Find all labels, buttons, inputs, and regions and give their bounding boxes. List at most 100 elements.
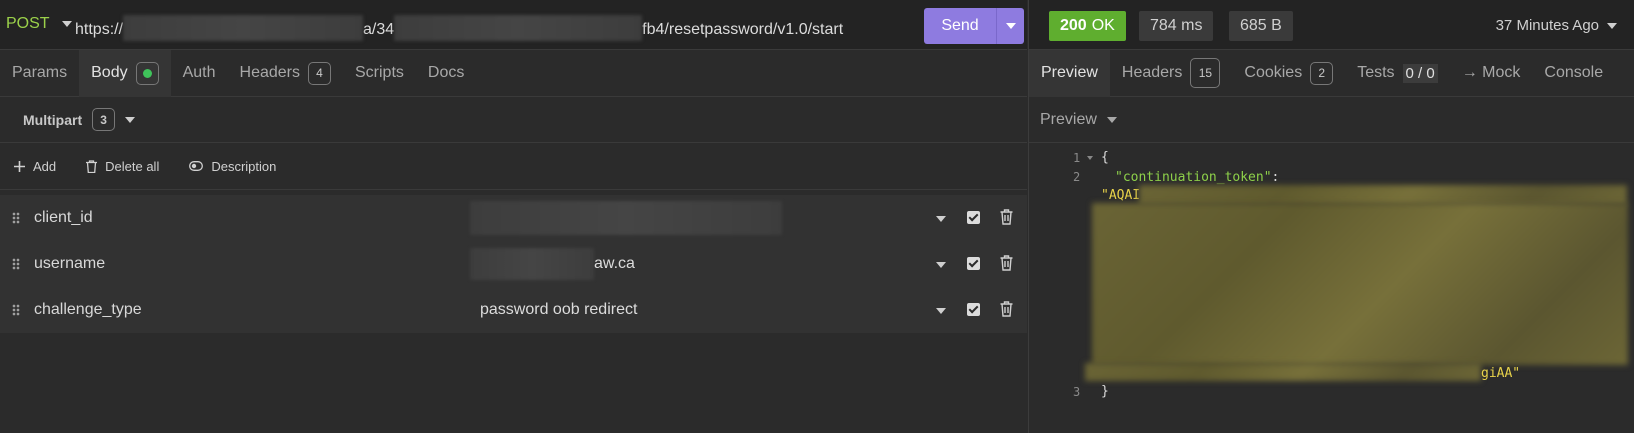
request-pane: POST https:// a/34 fb4/resetpassword/v1.0/… [0,0,1027,433]
param-name[interactable]: challenge_type [34,301,142,319]
line-number: 1 [1073,151,1081,165]
redacted-block [394,15,643,41]
param-name[interactable]: client_id [34,209,93,227]
url-input[interactable]: https:// a/34 fb4/resetpassword/v1.0/start [75,15,843,41]
json-string-start: "AQAI [1101,188,1141,203]
trash-icon[interactable] [1000,209,1013,225]
method-label: POST [6,15,50,32]
tab-label: Body [91,64,128,81]
request-tabs: Params Body Auth Headers 4 Scripts Docs [0,49,1027,97]
description-label: Description [211,158,277,174]
tab-body[interactable]: Body [79,49,171,97]
status-text: OK [1091,17,1115,34]
tab-tests[interactable]: Tests 0 / 0 [1345,50,1450,97]
param-value[interactable]: password oob redirect [480,301,637,319]
toggle-icon [189,161,204,171]
chevron-down-icon[interactable] [936,308,946,314]
delete-all-label: Delete all [105,158,160,174]
count-badge: 4 [308,61,331,85]
redacted-block [470,201,782,235]
chevron-down-icon[interactable] [936,216,946,222]
preview-mode-label: Preview [1040,110,1097,128]
tab-auth[interactable]: Auth [171,50,228,97]
history-selector[interactable]: 37 Minutes Ago [1496,17,1617,34]
enabled-checkbox[interactable] [967,257,980,270]
drag-handle-icon[interactable] [12,258,20,270]
tab-label: Params [12,64,68,81]
body-mode-selector[interactable]: Multipart 3 [0,97,1027,143]
plus-icon [14,160,25,172]
count-badge: 15 [1190,58,1221,88]
json-colon: : [1271,170,1280,185]
body-mode-label: Multipart [23,111,83,128]
chevron-down-icon[interactable] [936,262,946,268]
description-toggle[interactable]: Description [189,159,276,174]
tab-cookies[interactable]: Cookies 2 [1232,50,1345,97]
tab-headers[interactable]: Headers 4 [228,50,343,97]
url-mid: a/34 [363,21,395,38]
chevron-down-icon [1607,22,1617,29]
param-row: challenge_type password oob redirect [0,287,1027,333]
chevron-down-icon[interactable] [1006,23,1016,29]
line-number: 2 [1073,170,1081,184]
chevron-down-icon [61,21,72,27]
divider [996,8,997,44]
count-badge: 2 [1310,61,1334,85]
tab-label: Cookies [1244,64,1303,81]
add-button[interactable]: Add [14,159,56,174]
tab-mock[interactable]: → Mock [1450,50,1533,97]
json-brace: } [1101,384,1109,399]
redacted-block [1092,203,1628,365]
tab-label: Docs [427,64,465,81]
enabled-checkbox[interactable] [967,211,980,224]
param-value[interactable]: aw.ca [594,255,635,273]
redacted-block [1085,363,1481,381]
chevron-down-icon [125,116,136,123]
drag-handle-icon[interactable] [12,304,20,316]
status-code: 200 [1060,17,1087,34]
count-badge: 0 / 0 [1402,63,1438,83]
body-actions: Add Delete all Description [0,143,1027,190]
param-name[interactable]: username [34,255,105,273]
send-button[interactable]: Send [924,8,1024,44]
line-number: 3 [1073,385,1081,399]
status-badge: 200 OK [1049,11,1126,41]
tab-label: → Mock [1461,64,1521,81]
url-bar: POST https:// a/34 fb4/resetpassword/v1.0/… [0,0,1027,50]
response-code-view: 1 { 2 "continuation_token": "AQAI giAA" … [1029,143,1634,433]
active-dot-icon [135,61,159,85]
redacted-block [470,248,594,280]
preview-mode-selector[interactable]: Preview [1029,97,1634,143]
trash-icon[interactable] [1000,301,1013,317]
param-row: username aw.ca [0,241,1027,287]
response-pane: 200 OK 784 ms 685 B 37 Minutes Ago Previ… [1028,0,1634,433]
param-row: client_id [0,195,1027,241]
delete-all-button[interactable]: Delete all [86,159,159,174]
enabled-checkbox[interactable] [967,303,980,316]
json-brace: { [1101,150,1109,165]
tab-label: Headers [239,64,300,81]
method-selector[interactable]: POST [6,15,72,33]
tab-label: Tests [1357,64,1395,81]
json-string-end: giAA" [1481,366,1521,381]
tab-label: Headers [1121,64,1183,81]
tab-label: Console [1544,64,1604,81]
tab-preview[interactable]: Preview [1029,49,1110,97]
response-status-bar: 200 OK 784 ms 685 B 37 Minutes Ago [1029,0,1634,50]
drag-handle-icon[interactable] [12,212,20,224]
url-suffix: fb4/resetpassword/v1.0/start [642,21,844,38]
redacted-block [123,15,364,41]
tab-console[interactable]: Console [1532,50,1615,97]
response-tabs: Preview Headers 15 Cookies 2 Tests 0 / 0 → … [1029,49,1634,97]
tab-label: Scripts [355,64,404,81]
trash-icon[interactable] [1000,255,1013,271]
fold-arrow-icon[interactable] [1087,156,1093,160]
tab-params[interactable]: Params [0,50,79,97]
redacted-block [1139,185,1627,205]
history-label: 37 Minutes Ago [1495,17,1599,34]
tab-label: Auth [182,64,216,81]
tab-scripts[interactable]: Scripts [343,50,416,97]
tab-docs[interactable]: Docs [416,50,476,97]
tab-headers[interactable]: Headers 15 [1110,50,1232,97]
tab-label: Preview [1041,64,1098,81]
